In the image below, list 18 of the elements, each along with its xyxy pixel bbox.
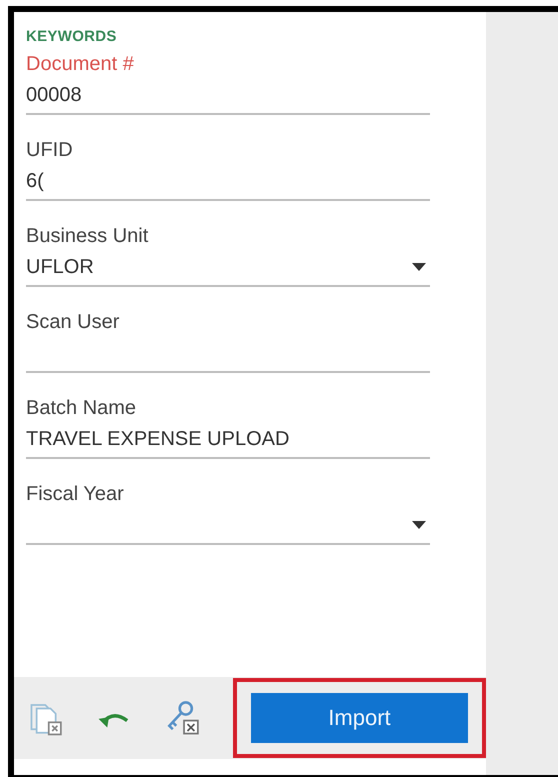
field-label: Batch Name — [26, 396, 136, 421]
field-label: Fiscal Year — [26, 482, 124, 507]
import-button[interactable]: Import — [250, 693, 468, 743]
field-label: Document # — [26, 52, 134, 77]
field-label: UFID — [26, 138, 73, 163]
field-value: 00008 — [26, 84, 82, 106]
field-value: UFLOR — [26, 256, 94, 278]
field-value: TRAVEL EXPENSE UPLOAD — [26, 428, 290, 450]
input-field[interactable]: TRAVEL EXPENSE UPLOAD — [26, 421, 430, 459]
field-label: Business Unit — [26, 224, 148, 249]
section-title: KEYWORDS — [26, 28, 117, 45]
dropdown-caret-icon[interactable] — [412, 521, 426, 529]
dropdown-field[interactable]: UFLOR — [26, 249, 430, 287]
field-label: Scan User — [26, 310, 120, 335]
input-field[interactable]: 00008 — [26, 77, 430, 115]
input-field[interactable]: 6( — [26, 163, 430, 201]
field-value: 6( — [26, 170, 44, 192]
dropdown-caret-icon[interactable] — [412, 263, 426, 271]
